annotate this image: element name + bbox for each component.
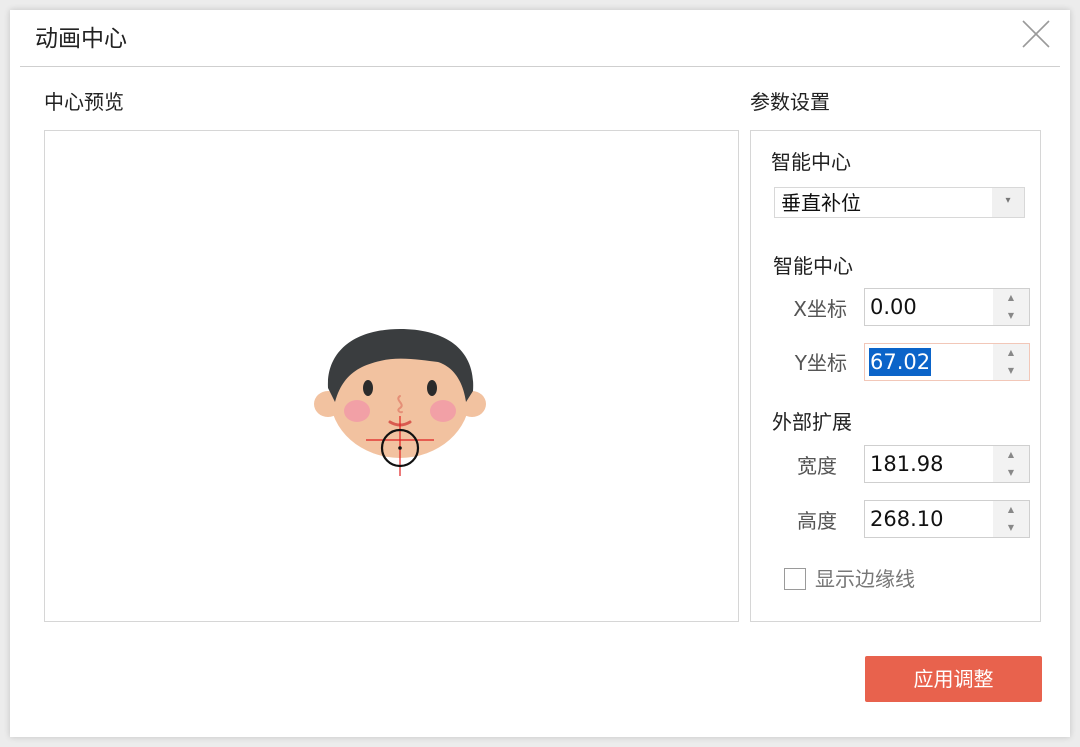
x-coord-stepper: ▲ ▼ [993, 289, 1029, 325]
height-label: 高度 [797, 509, 837, 533]
x-coord-label: X坐标 [793, 297, 847, 321]
external-expand-title: 外部扩展 [772, 410, 852, 434]
height-value: 268.10 [870, 507, 944, 531]
x-coord-value: 0.00 [870, 295, 917, 319]
params-label: 参数设置 [750, 90, 830, 114]
animation-center-dialog: 动画中心 中心预览 参数设置 智能中心 垂直补位 ▾ 智能中心 X坐标 0.00… [10, 10, 1070, 737]
show-edges-checkbox[interactable] [784, 568, 806, 590]
preview-canvas[interactable] [44, 130, 739, 622]
height-stepper: ▲ ▼ [993, 501, 1029, 537]
params-panel: 智能中心 垂直补位 ▾ 智能中心 X坐标 0.00 ▲ ▼ Y坐标 67.02 … [750, 130, 1041, 622]
width-input[interactable]: 181.98 ▲ ▼ [864, 445, 1030, 483]
preview-label: 中心预览 [44, 90, 124, 114]
smart-center-title: 智能中心 [771, 150, 851, 174]
width-stepper: ▲ ▼ [993, 446, 1029, 482]
increment-arrow-icon[interactable]: ▲ [993, 344, 1029, 362]
show-edges-label[interactable]: 显示边缘线 [815, 566, 915, 592]
smart-center-select-value: 垂直补位 [781, 191, 861, 215]
increment-arrow-icon[interactable]: ▲ [993, 289, 1029, 307]
width-label: 宽度 [797, 454, 837, 478]
title-divider [20, 66, 1060, 67]
decrement-arrow-icon[interactable]: ▼ [993, 464, 1029, 482]
character-face-image [314, 329, 486, 476]
close-icon[interactable] [1020, 18, 1052, 50]
width-value: 181.98 [870, 452, 944, 476]
decrement-arrow-icon[interactable]: ▼ [993, 307, 1029, 325]
increment-arrow-icon[interactable]: ▲ [993, 446, 1029, 464]
y-coord-input[interactable]: 67.02 ▲ ▼ [864, 343, 1030, 381]
y-coord-label: Y坐标 [794, 351, 847, 375]
smart-center-select[interactable]: 垂直补位 ▾ [774, 187, 1025, 218]
dialog-title: 动画中心 [35, 26, 127, 52]
apply-adjustment-button[interactable]: 应用调整 [865, 656, 1042, 702]
increment-arrow-icon[interactable]: ▲ [993, 501, 1029, 519]
y-coord-value: 67.02 [869, 348, 932, 376]
x-coord-input[interactable]: 0.00 ▲ ▼ [864, 288, 1030, 326]
decrement-arrow-icon[interactable]: ▼ [993, 362, 1029, 380]
y-coord-stepper: ▲ ▼ [993, 344, 1029, 380]
height-input[interactable]: 268.10 ▲ ▼ [864, 500, 1030, 538]
dropdown-arrow-icon[interactable]: ▾ [992, 188, 1024, 217]
decrement-arrow-icon[interactable]: ▼ [993, 519, 1029, 537]
smart-center-coords-title: 智能中心 [773, 254, 853, 278]
